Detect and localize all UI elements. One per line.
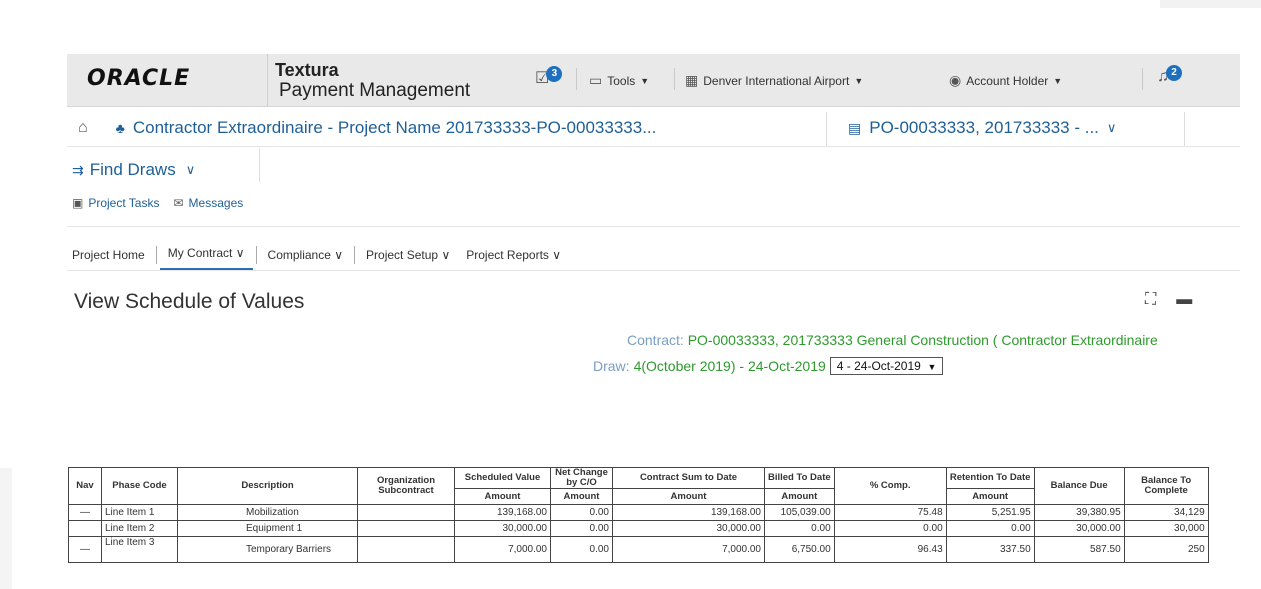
net-change-cell: 0.00 [550, 504, 613, 521]
col-balance-complete: Balance To Complete [1123, 467, 1209, 505]
contract-sum-cell: 7,000.00 [612, 536, 765, 563]
net-change-cell: 0.00 [550, 520, 613, 537]
col-description: Description [177, 467, 358, 505]
balance-due-cell: 587.50 [1033, 536, 1125, 563]
description-cell: Temporary Barriers [177, 536, 358, 563]
row-nav[interactable]: — [68, 504, 102, 521]
schedule-of-values-table: Nav Phase Code Description Organization … [68, 467, 1209, 563]
balance-due-cell: 30,000.00 [1033, 520, 1125, 537]
amount-header: Amount [764, 488, 835, 505]
row-nav[interactable]: — [68, 536, 102, 563]
amount-header: Amount [945, 488, 1035, 505]
amount-header: Amount [454, 488, 551, 505]
billed-cell: 0.00 [764, 520, 835, 537]
pct-cell: 96.43 [833, 536, 947, 563]
organization-cell [357, 520, 455, 537]
scheduled-value-cell: 7,000.00 [454, 536, 551, 563]
col-scheduled-value: Scheduled Value [454, 467, 551, 489]
contract-sum-cell: 30,000.00 [612, 520, 765, 537]
amount-header: Amount [612, 488, 765, 505]
balance-due-cell: 39,380.95 [1033, 504, 1125, 521]
scheduled-value-cell: 139,168.00 [454, 504, 551, 521]
phase-code-cell: Line Item 1 [101, 504, 178, 521]
organization-cell [357, 504, 455, 521]
organization-cell [357, 536, 455, 563]
pct-cell: 75.48 [833, 504, 947, 521]
col-retention: Retention To Date [945, 467, 1035, 489]
table-row: — Line Item 1 Mobilization 139,168.00 0.… [68, 504, 1209, 521]
table-row: — Line Item 3 Temporary Barriers 7,000.0… [68, 536, 1209, 563]
col-phase-code: Phase Code [101, 467, 178, 505]
col-nav: Nav [68, 467, 102, 505]
net-change-cell: 0.00 [550, 536, 613, 563]
contract-sum-cell: 139,168.00 [612, 504, 765, 521]
balance-complete-cell: 34,129 [1123, 504, 1209, 521]
billed-cell: 6,750.00 [764, 536, 835, 563]
amount-header: Amount [550, 488, 613, 505]
scheduled-value-cell: 30,000.00 [454, 520, 551, 537]
col-pct-comp: % Comp. [833, 467, 947, 505]
row-nav[interactable] [68, 520, 102, 537]
table-viewport: Nav Phase Code Description Organization … [0, 0, 1240, 589]
col-balance-due: Balance Due [1033, 467, 1125, 505]
balance-complete-cell: 250 [1123, 536, 1209, 563]
balance-complete-cell: 30,000 [1123, 520, 1209, 537]
phase-code-cell: Line Item 2 [101, 520, 178, 537]
col-net-change: Net Change by C/O [550, 467, 613, 489]
description-cell: Mobilization [177, 504, 358, 521]
col-organization: Organization Subcontract [357, 467, 455, 505]
table-row: Line Item 2 Equipment 1 30,000.00 0.00 3… [68, 520, 1209, 537]
col-contract-sum: Contract Sum to Date [612, 467, 765, 489]
retention-cell: 337.50 [945, 536, 1035, 563]
billed-cell: 105,039.00 [764, 504, 835, 521]
retention-cell: 5,251.95 [945, 504, 1035, 521]
description-cell: Equipment 1 [177, 520, 358, 537]
col-billed: Billed To Date [764, 467, 835, 489]
phase-code-cell: Line Item 3 [101, 536, 178, 563]
pct-cell: 0.00 [833, 520, 947, 537]
retention-cell: 0.00 [945, 520, 1035, 537]
